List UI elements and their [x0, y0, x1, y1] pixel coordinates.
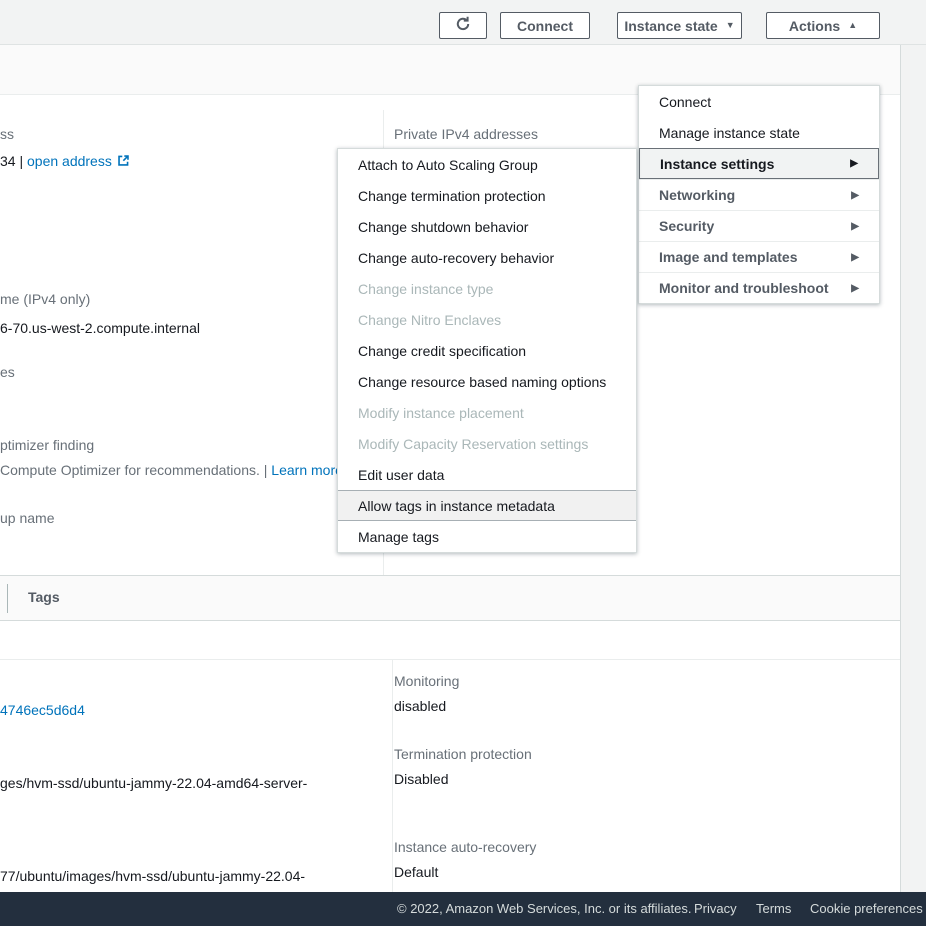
menu-item-instance-settings[interactable]: Instance settings ▶ — [639, 148, 879, 179]
hostname-label-partial: me (IPv4 only) — [0, 291, 90, 307]
actions-button[interactable]: Actions ▲ — [766, 12, 880, 39]
refresh-icon — [455, 16, 471, 35]
open-address-link[interactable]: open address — [27, 153, 112, 169]
submenu-arrow-icon: ▶ — [851, 190, 859, 201]
caret-down-icon: ▼ — [726, 21, 735, 30]
caret-up-icon: ▲ — [848, 21, 857, 30]
menu-item-change-termination-protection[interactable]: Change termination protection — [338, 180, 636, 211]
menu-item-networking[interactable]: Networking ▶ — [639, 179, 879, 210]
menu-item-manage-tags[interactable]: Manage tags — [338, 521, 636, 552]
instance-state-button-label: Instance state — [624, 18, 717, 34]
ami-name-partial: ges/hvm-ssd/ubuntu-jammy-22.04-amd64-ser… — [0, 775, 307, 791]
group-name-label-partial: up name — [0, 510, 54, 526]
footer-link-privacy[interactable]: Privacy — [694, 901, 737, 916]
hostname-value-partial: 6-70.us-west-2.compute.internal — [0, 320, 200, 336]
auto-recovery-label: Instance auto-recovery — [394, 839, 536, 855]
connect-button-label: Connect — [517, 18, 573, 34]
menu-item-attach-to-auto-scaling-group[interactable]: Attach to Auto Scaling Group — [338, 149, 636, 180]
public-ip-value: 34 | open address — [0, 153, 130, 170]
menu-item-change-instance-type: Change instance type — [338, 273, 636, 304]
addresses-label-partial: es — [0, 364, 15, 380]
tab-tags[interactable]: Tags — [28, 589, 60, 605]
learn-more-link[interactable]: Learn more — [271, 462, 343, 478]
menu-item-manage-instance-state[interactable]: Manage instance state — [639, 117, 879, 148]
public-ip-label-partial: ss — [0, 126, 14, 142]
external-link-icon — [117, 154, 130, 170]
submenu-arrow-icon: ▶ — [851, 283, 859, 294]
optimizer-text-partial: Compute Optimizer for recommendations. | — [0, 462, 271, 478]
menu-item-monitor-and-troubleshoot[interactable]: Monitor and troubleshoot ▶ — [639, 272, 879, 303]
public-ip-partial: 34 | — [0, 153, 27, 169]
menu-item-connect[interactable]: Connect — [639, 86, 879, 117]
instance-settings-submenu: Attach to Auto Scaling Group Change term… — [337, 148, 637, 553]
actions-menu: Connect Manage instance state Instance s… — [638, 85, 880, 304]
footer-link-cookie-preferences[interactable]: Cookie preferences — [810, 901, 923, 916]
submenu-arrow-icon: ▶ — [851, 221, 859, 232]
termination-protection-label: Termination protection — [394, 746, 532, 762]
ami-id-link-partial[interactable]: 4746ec5d6d4 — [0, 702, 85, 718]
console-footer: © 2022, Amazon Web Services, Inc. or its… — [0, 892, 926, 926]
submenu-arrow-icon: ▶ — [851, 252, 859, 263]
optimizer-finding-label-partial: ptimizer finding — [0, 437, 94, 453]
connect-button[interactable]: Connect — [500, 12, 590, 39]
menu-item-security[interactable]: Security ▶ — [639, 210, 879, 241]
footer-link-terms[interactable]: Terms — [756, 901, 791, 916]
menu-item-change-auto-recovery-behavior[interactable]: Change auto-recovery behavior — [338, 242, 636, 273]
ec2-console-screen: Connect Instance state ▼ Actions ▲ ss 34… — [0, 0, 926, 926]
menu-item-image-and-templates[interactable]: Image and templates ▶ — [639, 241, 879, 272]
private-ipv4-label: Private IPv4 addresses — [394, 126, 538, 142]
footer-copyright: © 2022, Amazon Web Services, Inc. or its… — [397, 901, 692, 916]
monitoring-value: disabled — [394, 698, 446, 714]
menu-item-modify-capacity-reservation-settings: Modify Capacity Reservation settings — [338, 428, 636, 459]
menu-item-modify-instance-placement: Modify instance placement — [338, 397, 636, 428]
menu-item-change-resource-based-naming-options[interactable]: Change resource based naming options — [338, 366, 636, 397]
menu-item-change-credit-specification[interactable]: Change credit specification — [338, 335, 636, 366]
menu-item-change-shutdown-behavior[interactable]: Change shutdown behavior — [338, 211, 636, 242]
termination-protection-value: Disabled — [394, 771, 448, 787]
bottom-section-divider — [0, 659, 900, 660]
submenu-arrow-icon: ▶ — [850, 158, 858, 169]
menu-item-allow-tags-in-instance-metadata[interactable]: Allow tags in instance metadata — [338, 490, 636, 521]
instance-state-button[interactable]: Instance state ▼ — [617, 12, 742, 39]
right-gutter — [900, 45, 926, 892]
menu-item-change-nitro-enclaves: Change Nitro Enclaves — [338, 304, 636, 335]
tab-separator — [7, 584, 8, 613]
monitoring-label: Monitoring — [394, 673, 459, 689]
refresh-button[interactable] — [439, 12, 487, 39]
auto-recovery-value: Default — [394, 864, 438, 880]
bottom-column-divider — [392, 660, 393, 892]
menu-item-edit-user-data[interactable]: Edit user data — [338, 459, 636, 490]
ami-location-partial: 77/ubuntu/images/hvm-ssd/ubuntu-jammy-22… — [0, 868, 305, 884]
optimizer-finding-value: Compute Optimizer for recommendations. |… — [0, 462, 343, 478]
actions-button-label: Actions — [789, 18, 840, 34]
detail-tabbar: Tags — [0, 575, 900, 621]
